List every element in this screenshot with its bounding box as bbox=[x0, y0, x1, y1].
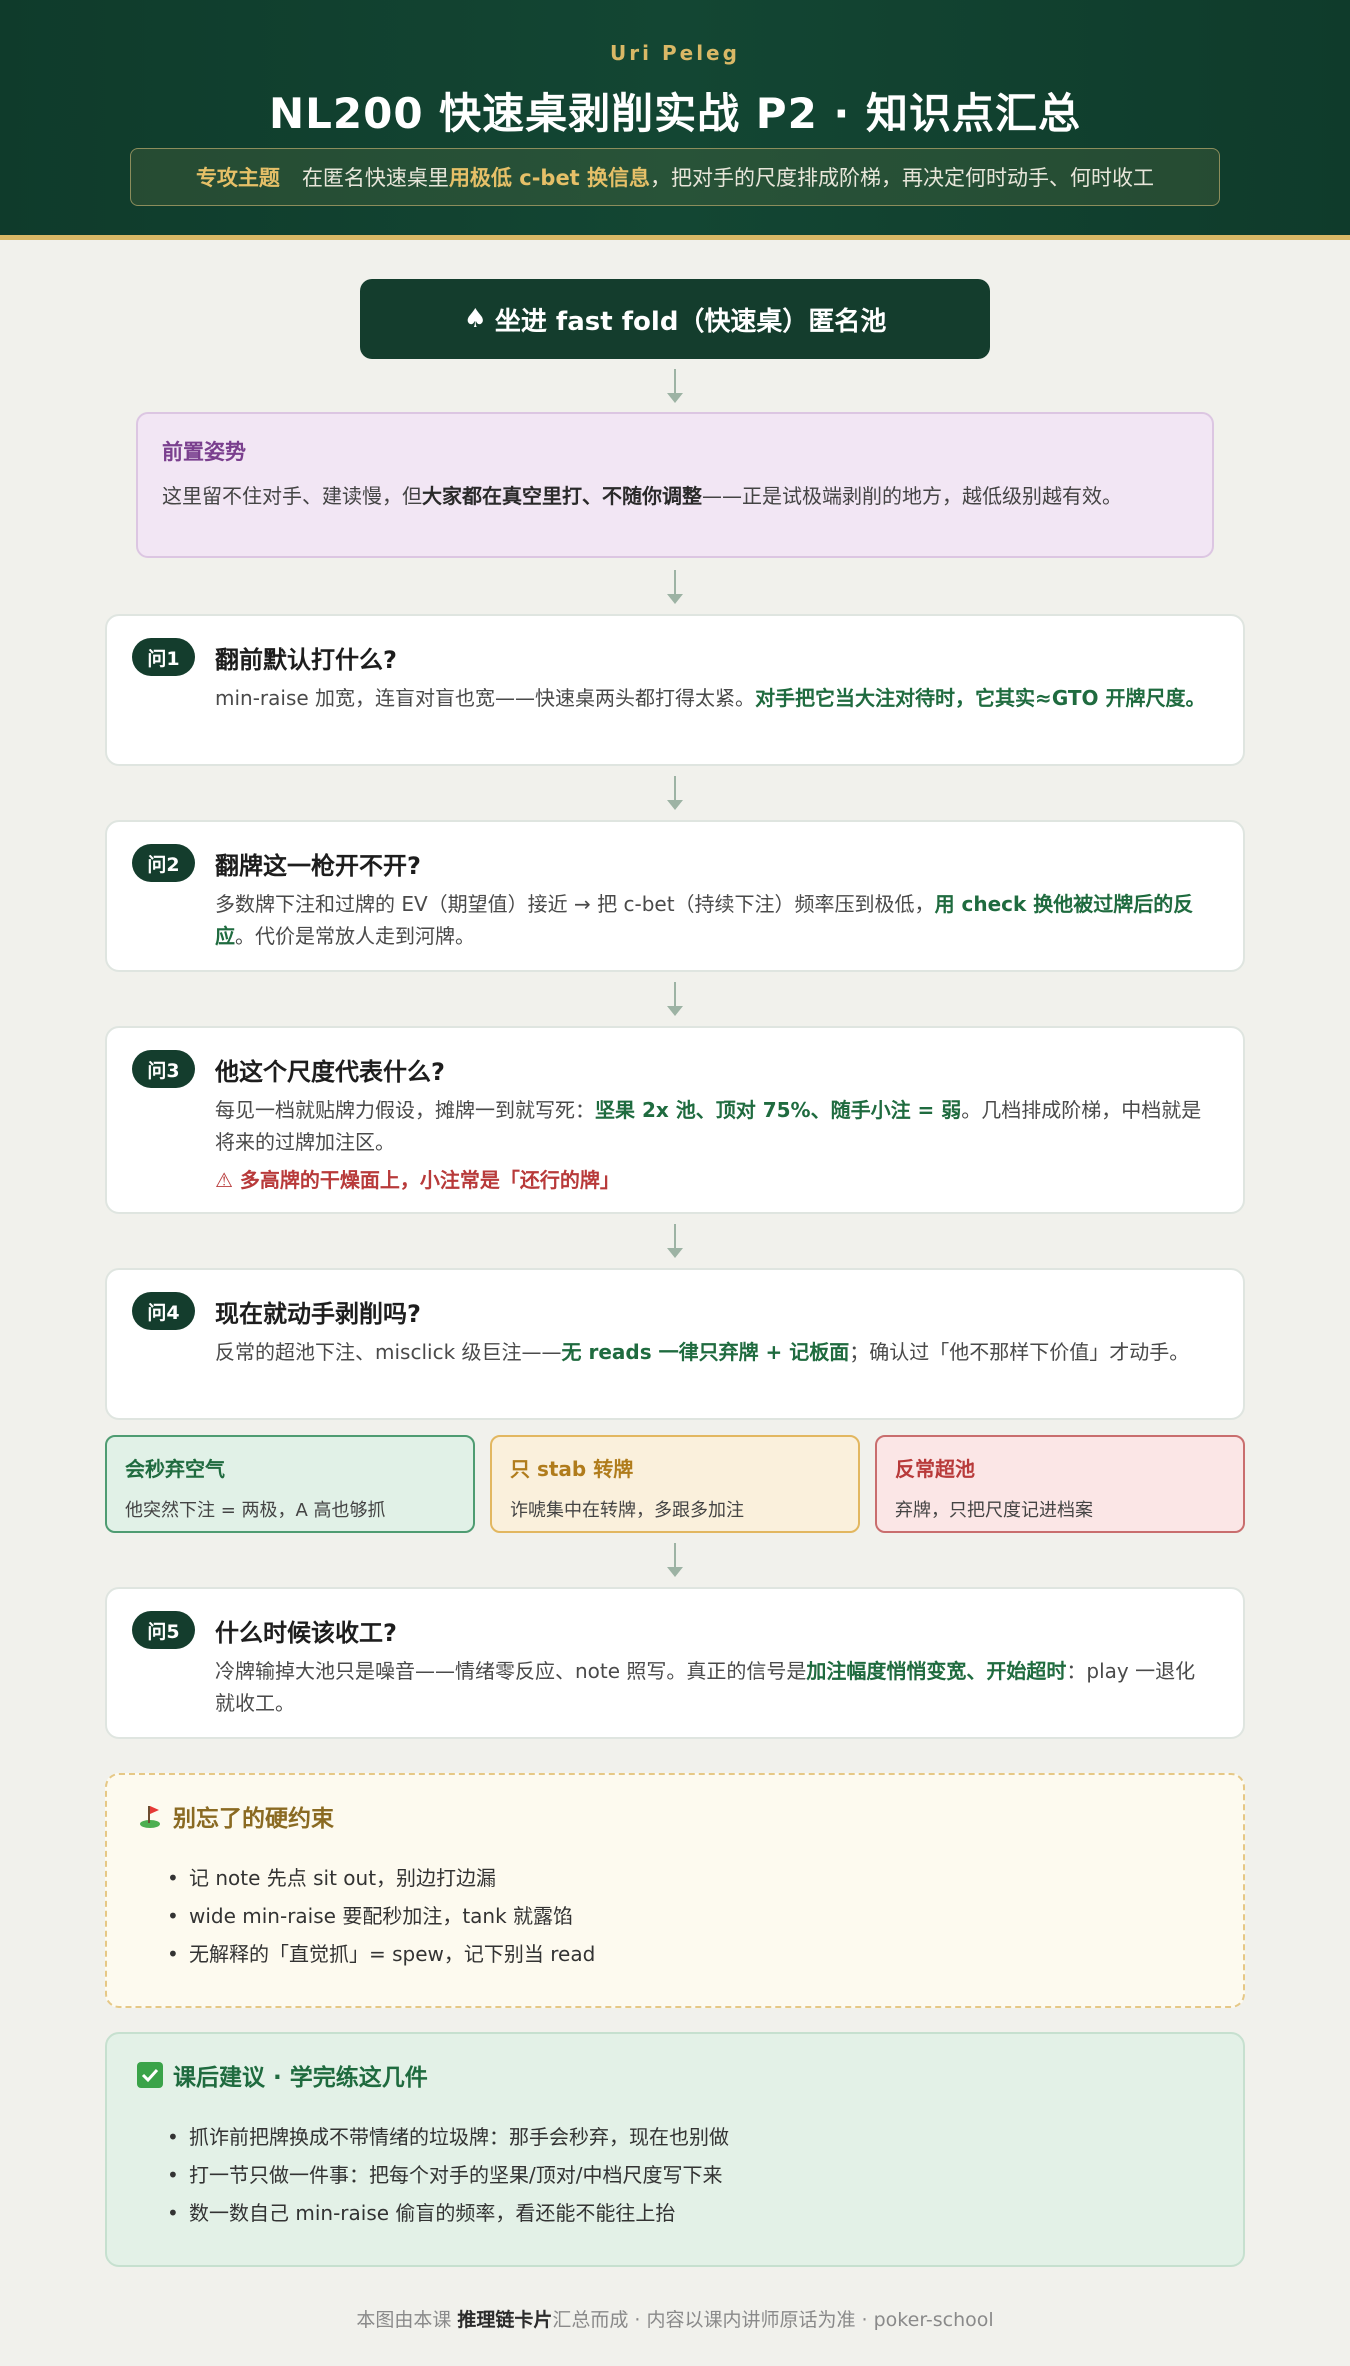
question-text: 每见一档就贴牌力假设，摊牌一到就写死：坚果 2x 池、顶对 75%、随手小注 =… bbox=[215, 1094, 1213, 1158]
question-badge: 问4 bbox=[132, 1292, 195, 1330]
question-title: 现在就动手剥削吗? bbox=[215, 1300, 421, 1328]
premise-box: 前置姿势 这里留不住对手、建读慢，但大家都在真空里打、不随你调整——正是试极端剥… bbox=[136, 412, 1214, 558]
question-text-post: 。代价是常放人走到河牌。 bbox=[235, 924, 475, 948]
list-item: 抓诈前把牌换成不带情绪的垃圾牌：那手会秒弃，现在也别做 bbox=[167, 2118, 1213, 2156]
question-text: 反常的超池下注、misclick 级巨注——无 reads 一律只弃牌 + 记板… bbox=[215, 1336, 1213, 1368]
topic-text-post: ，把对手的尺度排成阶梯，再决定何时动手、何时收工 bbox=[650, 166, 1155, 190]
question-title: 翻前默认打什么? bbox=[215, 646, 397, 674]
flow-arrow bbox=[667, 570, 683, 604]
premise-text: 这里留不住对手、建读慢，但大家都在真空里打、不随你调整——正是试极端剥削的地方，… bbox=[162, 480, 1188, 513]
flag-icon bbox=[137, 1803, 163, 1829]
question-text: 冷牌输掉大池只是噪音——情绪零反应、note 照写。真正的信号是加注幅度悄悄变宽… bbox=[215, 1655, 1213, 1719]
list-item: 无解释的「直觉抓」= spew，记下别当 read bbox=[167, 1935, 1213, 1973]
outcome-text: 他突然下注 = 两极，A 高也够抓 bbox=[125, 1500, 386, 1521]
question-text: min-raise 加宽，连盲对盲也宽——快速桌两头都打得太紧。对手把它当大注对… bbox=[215, 682, 1213, 714]
homework-list: 抓诈前把牌换成不带情绪的垃圾牌：那手会秒弃，现在也别做 打一节只做一件事：把每个… bbox=[137, 2118, 1213, 2232]
premise-text-post: ——正是试极端剥削的地方，越低级别越有效。 bbox=[702, 484, 1122, 508]
constraints-title: 别忘了的硬约束 bbox=[137, 1799, 1213, 1833]
footer-text-post: 汇总而成 · 内容以课内讲师原话为准 · poker-school bbox=[552, 2309, 994, 2331]
check-icon bbox=[137, 2062, 163, 2088]
homework-title-text: 课后建议 · 学完练这几件 bbox=[173, 2065, 428, 2091]
question-text-emphasis: 坚果 2x 池、顶对 75%、随手小注 = 弱 bbox=[595, 1098, 962, 1122]
question-title: 翻牌这一枪开不开? bbox=[215, 852, 421, 880]
page-title: NL200 快速桌剥削实战 P2 · 知识点汇总 bbox=[268, 89, 1082, 138]
flow-arrow bbox=[667, 1543, 683, 1577]
question-badge: 问3 bbox=[132, 1050, 195, 1088]
start-label: 坐进 fast fold（快速桌）匿名池 bbox=[494, 306, 887, 337]
constraints-list: 记 note 先点 sit out，别边打边漏 wide min-raise 要… bbox=[137, 1859, 1213, 1973]
topic-label: 专攻主题 bbox=[195, 166, 280, 190]
outcome-text: 诈唬集中在转牌，多跟多加注 bbox=[510, 1500, 744, 1521]
question-badge: 问1 bbox=[132, 638, 195, 676]
question-text: 多数牌下注和过牌的 EV（期望值）接近 → 把 c-bet（持续下注）频率压到极… bbox=[215, 888, 1213, 952]
question-card-2: 问2 翻牌这一枪开不开? 多数牌下注和过牌的 EV（期望值）接近 → 把 c-b… bbox=[105, 820, 1245, 972]
header: Uri Peleg NL200 快速桌剥削实战 P2 · 知识点汇总 专攻主题 … bbox=[0, 0, 1350, 240]
premise-text-bold: 大家都在真空里打、不随你调整 bbox=[422, 484, 702, 508]
topic-highlight: 用极低 c-bet 换信息 bbox=[448, 166, 651, 190]
topic-text-pre: 在匿名快速桌里 bbox=[301, 166, 449, 190]
spade-icon: ♠ bbox=[463, 304, 487, 334]
question-text-pre: 冷牌输掉大池只是噪音——情绪零反应、note 照写。真正的信号是 bbox=[215, 1659, 807, 1683]
list-item: 记 note 先点 sit out，别边打边漏 bbox=[167, 1859, 1213, 1897]
outcome-stab-turn: 只 stab 转牌 诈唬集中在转牌，多跟多加注 bbox=[490, 1435, 860, 1533]
question-card-1: 问1 翻前默认打什么? min-raise 加宽，连盲对盲也宽——快速桌两头都打… bbox=[105, 614, 1245, 766]
question-badge: 问2 bbox=[132, 844, 195, 882]
flow-arrow bbox=[667, 1224, 683, 1258]
constraints-box: 别忘了的硬约束 记 note 先点 sit out，别边打边漏 wide min… bbox=[105, 1773, 1245, 2008]
question-card-4: 问4 现在就动手剥削吗? 反常的超池下注、misclick 级巨注——无 rea… bbox=[105, 1268, 1245, 1420]
question-text-post: ；确认过「他不那样下价值」才动手。 bbox=[849, 1340, 1190, 1364]
topic-banner: 专攻主题 在匿名快速桌里 用极低 c-bet 换信息 ，把对手的尺度排成阶梯，再决定… bbox=[130, 148, 1220, 206]
footer-text-bold: 推理链卡片 bbox=[457, 2309, 553, 2331]
question-text-emphasis: 加注幅度悄悄变宽、开始超时 bbox=[806, 1659, 1067, 1683]
question-text-emphasis: 对手把它当大注对待时，它其实≈GTO 开牌尺度。 bbox=[755, 686, 1206, 710]
question-badge: 问5 bbox=[132, 1611, 195, 1649]
list-item: 打一节只做一件事：把每个对手的坚果/顶对/中档尺度写下来 bbox=[167, 2156, 1213, 2194]
flow-arrow bbox=[667, 369, 683, 403]
question-text-pre: 多数牌下注和过牌的 EV（期望值）接近 → 把 c-bet（持续下注）频率压到极… bbox=[215, 892, 935, 916]
outcome-overbet: 反常超池 弃牌，只把尺度记进档案 bbox=[875, 1435, 1245, 1533]
outcome-fold-air: 会秒弃空气 他突然下注 = 两极，A 高也够抓 bbox=[105, 1435, 475, 1533]
question-text-pre: 每见一档就贴牌力假设，摊牌一到就写死： bbox=[215, 1098, 595, 1122]
constraints-title-text: 别忘了的硬约束 bbox=[173, 1806, 334, 1832]
question-text-pre: min-raise 加宽，连盲对盲也宽——快速桌两头都打得太紧。 bbox=[215, 686, 756, 710]
premise-text-pre: 这里留不住对手、建读慢，但 bbox=[162, 484, 422, 508]
list-item: wide min-raise 要配秒加注，tank 就露馅 bbox=[167, 1897, 1213, 1935]
question-card-5: 问5 什么时候该收工? 冷牌输掉大池只是噪音——情绪零反应、note 照写。真正… bbox=[105, 1587, 1245, 1739]
footer: 本图由本课 推理链卡片汇总而成 · 内容以课内讲师原话为准 · poker-sc… bbox=[0, 2305, 1350, 2332]
homework-box: 课后建议 · 学完练这几件 抓诈前把牌换成不带情绪的垃圾牌：那手会秒弃，现在也别… bbox=[105, 2032, 1245, 2267]
list-item: 数一数自己 min-raise 偷盲的频率，看还能不能往上抬 bbox=[167, 2194, 1213, 2232]
premise-title: 前置姿势 bbox=[162, 440, 246, 464]
homework-title: 课后建议 · 学完练这几件 bbox=[137, 2058, 1213, 2092]
author-name: Uri Peleg bbox=[610, 41, 740, 65]
outcome-title: 会秒弃空气 bbox=[125, 1457, 225, 1481]
question-text-pre: 反常的超池下注、misclick 级巨注—— bbox=[215, 1340, 562, 1364]
start-node: ♠ 坐进 fast fold（快速桌）匿名池 bbox=[360, 279, 990, 359]
flow-arrow bbox=[667, 982, 683, 1016]
outcome-title: 反常超池 bbox=[895, 1457, 975, 1481]
warning-note: ⚠ 多高牌的干燥面上，小注常是「还行的牌」 bbox=[215, 1168, 620, 1192]
footer-text-pre: 本图由本课 bbox=[356, 2309, 458, 2331]
question-text-emphasis: 无 reads 一律只弃牌 + 记板面 bbox=[561, 1340, 850, 1364]
outcome-text: 弃牌，只把尺度记进档案 bbox=[895, 1500, 1093, 1521]
question-card-3: 问3 他这个尺度代表什么? 每见一档就贴牌力假设，摊牌一到就写死：坚果 2x 池… bbox=[105, 1026, 1245, 1214]
question-title: 他这个尺度代表什么? bbox=[215, 1058, 445, 1086]
flow-arrow bbox=[667, 776, 683, 810]
question-title: 什么时候该收工? bbox=[215, 1619, 397, 1647]
outcome-title: 只 stab 转牌 bbox=[510, 1457, 634, 1481]
